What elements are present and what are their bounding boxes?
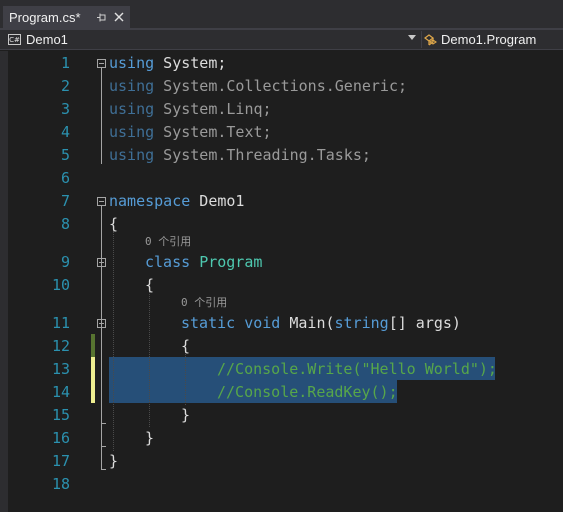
- line-number: 16: [51, 429, 70, 447]
- class-references-hint[interactable]: 0 个引用: [145, 234, 191, 249]
- csharp-project-icon: C#: [8, 34, 21, 45]
- line-number: 18: [51, 475, 70, 493]
- chevron-down-icon: [408, 35, 416, 40]
- navigation-bar: C# Demo1 Demo1.Program: [0, 30, 563, 50]
- code-line-12: {: [181, 337, 191, 355]
- collapse-namespace-icon[interactable]: [97, 197, 106, 206]
- line-number: 5: [60, 146, 70, 164]
- class-icon: [424, 33, 437, 45]
- indent-guide: [149, 291, 150, 427]
- tab-title: Program.cs*: [9, 9, 81, 25]
- code-line-13: //Console.Write("Hello World");: [217, 360, 497, 378]
- line-number: 2: [60, 77, 70, 95]
- collapse-method-icon[interactable]: [97, 319, 106, 328]
- line-number: 3: [60, 100, 70, 118]
- navbar-divider: [421, 31, 422, 48]
- line-number: 10: [51, 276, 70, 294]
- outline-line: [101, 68, 102, 164]
- line-number: 7: [60, 192, 70, 210]
- code-line-11: static void Main(string[] args): [181, 314, 461, 332]
- code-line-1: using System;: [109, 54, 227, 72]
- project-dropdown[interactable]: C# Demo1: [8, 30, 420, 49]
- code-line-14: //Console.ReadKey();: [217, 383, 398, 401]
- outline-end: [101, 423, 106, 424]
- code-line-15: }: [181, 406, 191, 424]
- line-number: 6: [60, 169, 70, 187]
- line-number: 1: [60, 54, 70, 72]
- tab-program-cs[interactable]: Program.cs*: [3, 6, 130, 28]
- indent-guide: [185, 351, 186, 405]
- line-number: 8: [60, 215, 70, 233]
- line-number: 12: [51, 337, 70, 355]
- document-tab-strip: Program.cs*: [0, 0, 563, 28]
- code-line-5: using System.Threading.Tasks;: [109, 146, 371, 164]
- code-line-10: {: [145, 276, 155, 294]
- code-line-8: {: [109, 215, 119, 233]
- pin-tab-icon[interactable]: [92, 8, 110, 26]
- line-number: 13: [51, 360, 70, 378]
- outline-end: [101, 469, 106, 470]
- method-references-hint[interactable]: 0 个引用: [181, 295, 227, 310]
- saved-change-marker: [91, 334, 95, 357]
- code-line-17: }: [109, 452, 119, 470]
- line-number: 14: [51, 383, 70, 401]
- close-tab-icon[interactable]: [110, 8, 128, 26]
- unsaved-change-marker: [91, 380, 95, 403]
- indent-guide: [113, 231, 114, 451]
- unsaved-change-marker: [91, 357, 95, 380]
- type-dropdown[interactable]: Demo1.Program: [423, 30, 563, 49]
- code-line-9: class Program: [145, 253, 263, 271]
- line-number: 9: [60, 253, 70, 271]
- code-line-2: using System.Collections.Generic;: [109, 77, 408, 95]
- code-line-4: using System.Text;: [109, 123, 272, 141]
- line-number: 4: [60, 123, 70, 141]
- outline-end: [101, 446, 106, 447]
- code-line-3: using System.Linq;: [109, 100, 272, 118]
- indicator-margin: [0, 51, 8, 512]
- line-number: 11: [51, 314, 70, 332]
- code-editor[interactable]: 1 2 3 4 5 6 7 8 9 10 11 12 13 14 15 16 1…: [0, 51, 563, 512]
- collapse-using-block-icon[interactable]: [97, 59, 106, 68]
- line-number: 17: [51, 452, 70, 470]
- code-line-7: namespace Demo1: [109, 192, 245, 210]
- project-dropdown-label: Demo1: [26, 32, 68, 47]
- line-number: 15: [51, 406, 70, 424]
- outline-line: [101, 206, 102, 470]
- type-dropdown-label: Demo1.Program: [441, 32, 537, 47]
- collapse-class-icon[interactable]: [97, 258, 106, 267]
- code-line-16: }: [145, 429, 155, 447]
